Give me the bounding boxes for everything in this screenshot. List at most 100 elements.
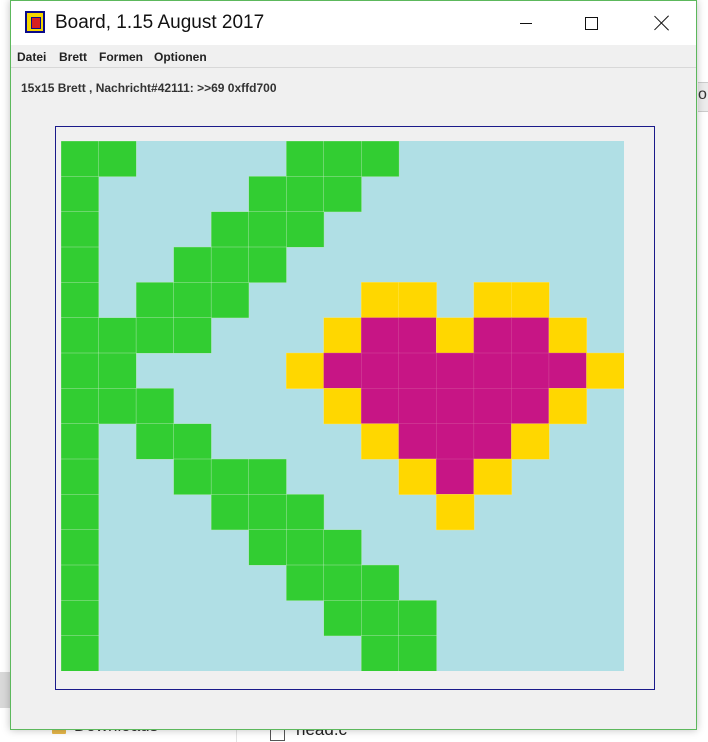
board-cell[interactable]: [473, 317, 512, 354]
board-cell[interactable]: [210, 282, 250, 319]
menu-optionen[interactable]: Optionen: [154, 50, 207, 64]
board-cell[interactable]: [473, 352, 512, 389]
board-cell[interactable]: [285, 529, 325, 566]
board-cell[interactable]: [210, 211, 250, 248]
board-cell[interactable]: [361, 317, 400, 354]
board-cell[interactable]: [473, 388, 512, 425]
board-cell[interactable]: [61, 529, 100, 566]
board-cell[interactable]: [511, 352, 550, 389]
board-cell[interactable]: [61, 564, 100, 601]
board-cell[interactable]: [511, 317, 550, 354]
board-app-icon[interactable]: [25, 11, 45, 33]
board-cell[interactable]: [548, 352, 587, 389]
board-cell[interactable]: [98, 352, 137, 389]
board-cell[interactable]: [135, 317, 175, 354]
board-grid[interactable]: [61, 141, 624, 671]
board-cell[interactable]: [98, 388, 137, 425]
board-cell[interactable]: [173, 246, 212, 283]
board-cell[interactable]: [511, 423, 550, 460]
board-cell[interactable]: [248, 246, 287, 283]
board-cell[interactable]: [361, 564, 400, 601]
board-cell[interactable]: [436, 458, 475, 495]
board-cell[interactable]: [473, 282, 512, 319]
board-cell[interactable]: [398, 635, 437, 671]
board-cell[interactable]: [61, 282, 100, 319]
board-cell[interactable]: [323, 317, 362, 354]
board-cell[interactable]: [398, 388, 437, 425]
board-cell[interactable]: [61, 141, 100, 177]
board-cell[interactable]: [398, 352, 437, 389]
board-cell[interactable]: [361, 141, 400, 177]
board-cell[interactable]: [61, 458, 100, 495]
maximize-button[interactable]: [568, 1, 614, 45]
board-cell[interactable]: [323, 141, 362, 177]
board-cell[interactable]: [173, 317, 212, 354]
board-cell[interactable]: [98, 141, 137, 177]
board-cell[interactable]: [61, 388, 100, 425]
board-cell[interactable]: [398, 282, 437, 319]
board-cell[interactable]: [436, 317, 475, 354]
board-cell[interactable]: [436, 423, 475, 460]
menu-brett[interactable]: Brett: [59, 50, 87, 64]
board-cell[interactable]: [135, 282, 175, 319]
board-cell[interactable]: [135, 423, 175, 460]
board-cell[interactable]: [210, 458, 250, 495]
board-cell[interactable]: [361, 388, 400, 425]
board-cell[interactable]: [285, 141, 325, 177]
board-cell[interactable]: [436, 352, 475, 389]
board-cell[interactable]: [61, 246, 100, 283]
board-cell[interactable]: [436, 388, 475, 425]
board-cell[interactable]: [361, 282, 400, 319]
board-cell[interactable]: [98, 317, 137, 354]
board-cell[interactable]: [61, 176, 100, 213]
board-cell[interactable]: [361, 423, 400, 460]
board-cell[interactable]: [173, 458, 212, 495]
board-cell[interactable]: [248, 494, 287, 531]
minimize-button[interactable]: [503, 1, 549, 45]
board-cell[interactable]: [135, 388, 175, 425]
board-cell[interactable]: [210, 246, 250, 283]
board-cell[interactable]: [436, 494, 475, 531]
board-cell[interactable]: [61, 635, 100, 671]
title-bar[interactable]: Board, 1.15 August 2017: [11, 1, 696, 45]
board-cell[interactable]: [61, 494, 100, 531]
board-cell[interactable]: [323, 600, 362, 637]
board-cell[interactable]: [323, 388, 362, 425]
board-cell[interactable]: [285, 494, 325, 531]
close-button[interactable]: [639, 1, 685, 45]
board-cell[interactable]: [210, 494, 250, 531]
board-cell[interactable]: [473, 423, 512, 460]
board-cell[interactable]: [285, 211, 325, 248]
board-cell[interactable]: [361, 600, 400, 637]
board-cell[interactable]: [323, 176, 362, 213]
board-cell[interactable]: [323, 352, 362, 389]
board-cell[interactable]: [248, 458, 287, 495]
board-cell[interactable]: [398, 423, 437, 460]
board-cell[interactable]: [511, 388, 550, 425]
board-cell[interactable]: [61, 317, 100, 354]
board-cell[interactable]: [323, 529, 362, 566]
board-cell[interactable]: [61, 352, 100, 389]
board-cell[interactable]: [173, 282, 212, 319]
menu-datei[interactable]: Datei: [17, 50, 46, 64]
board-cell[interactable]: [285, 352, 325, 389]
board-cell[interactable]: [361, 635, 400, 671]
board-cell[interactable]: [248, 211, 287, 248]
board-cell[interactable]: [323, 564, 362, 601]
board-cell[interactable]: [398, 458, 437, 495]
board-cell[interactable]: [398, 600, 437, 637]
board-cell[interactable]: [61, 423, 100, 460]
board-cell[interactable]: [248, 176, 287, 213]
board-cell[interactable]: [61, 600, 100, 637]
board-cell[interactable]: [548, 317, 587, 354]
board-cell[interactable]: [548, 388, 587, 425]
board-cell[interactable]: [173, 423, 212, 460]
board-cell[interactable]: [511, 282, 550, 319]
board-cell[interactable]: [248, 529, 287, 566]
board-cell[interactable]: [61, 211, 100, 248]
board-cell[interactable]: [398, 317, 437, 354]
menu-formen[interactable]: Formen: [99, 50, 143, 64]
board-cell[interactable]: [473, 458, 512, 495]
board-cell[interactable]: [586, 352, 624, 389]
board-cell[interactable]: [285, 176, 325, 213]
